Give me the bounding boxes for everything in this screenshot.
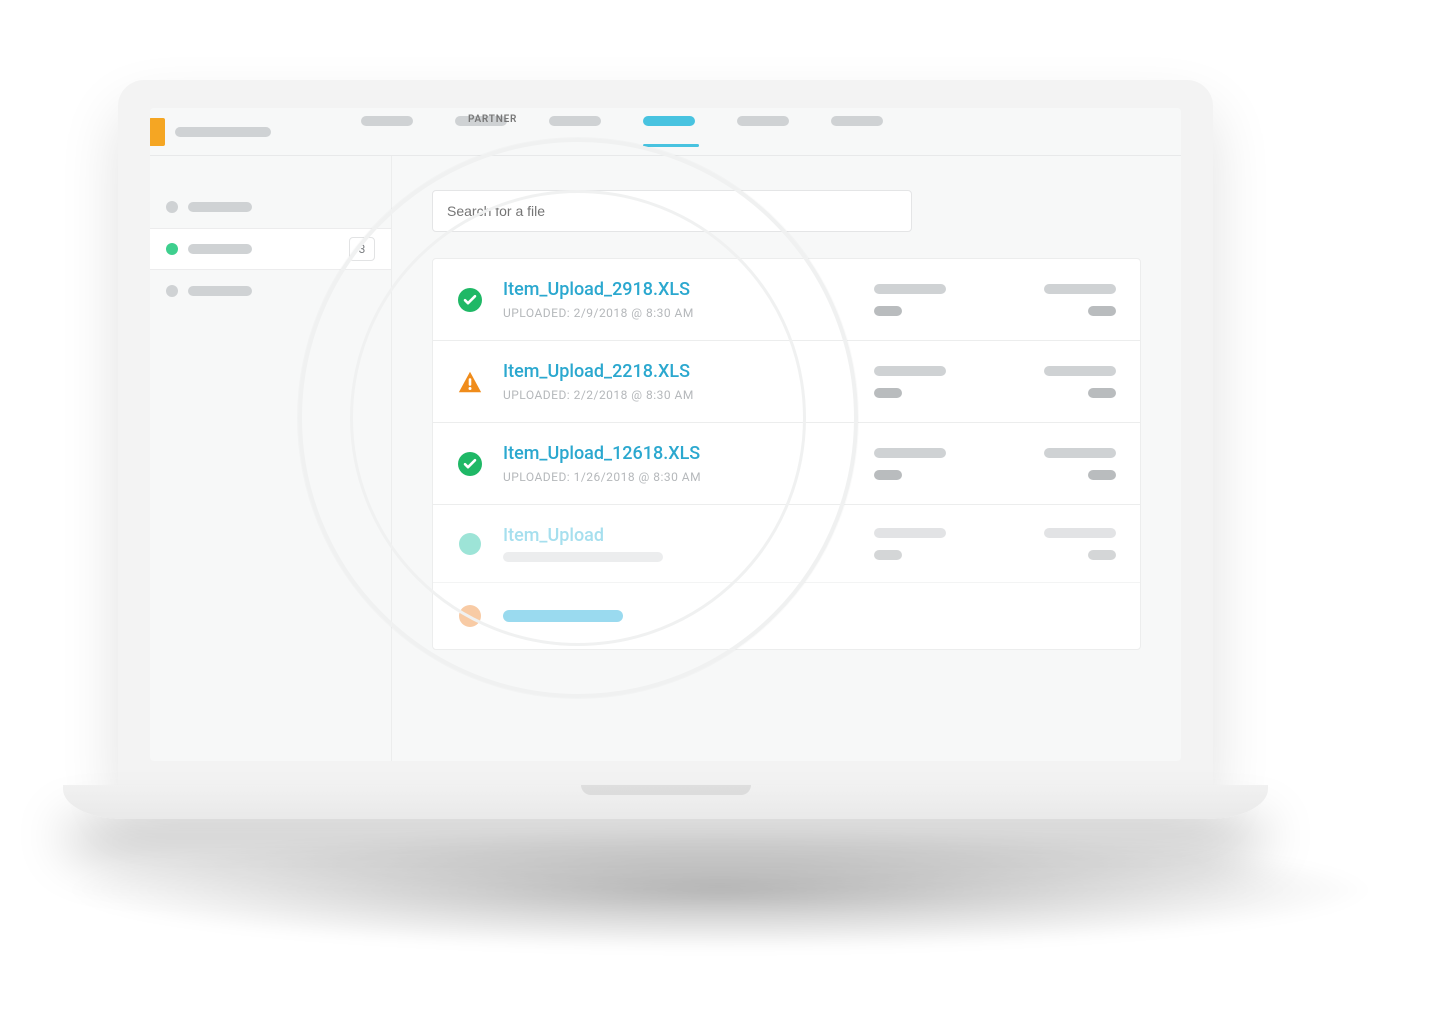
tab-1[interactable]: [361, 116, 417, 147]
tab-5[interactable]: [737, 116, 793, 147]
file-col-b: [1044, 284, 1116, 316]
status-dot-icon: [166, 243, 178, 255]
main-tabs: [361, 116, 887, 147]
laptop-bezel: PARTNER: [118, 80, 1213, 785]
sidebar-item-2-selected[interactable]: 3: [150, 228, 391, 270]
file-name: Item_Upload_2218.XLS: [503, 361, 854, 382]
check-circle-icon: [457, 451, 483, 477]
content-body: 3: [150, 156, 1181, 761]
tab-4-active[interactable]: [643, 116, 699, 147]
warning-triangle-icon: [457, 369, 483, 395]
brand-area: [175, 127, 305, 137]
search-input[interactable]: [432, 190, 912, 232]
file-row[interactable]: Item_Upload_2918.XLS UPLOADED: 2/9/2018 …: [433, 259, 1140, 341]
top-nav: PARTNER: [150, 108, 1181, 156]
file-col-a: [874, 528, 1024, 560]
pending-dot-icon: [457, 603, 483, 629]
file-col-a: [874, 284, 1024, 316]
file-col-a: [874, 448, 1024, 480]
file-list: Item_Upload_2918.XLS UPLOADED: 2/9/2018 …: [432, 258, 1141, 650]
tab-6[interactable]: [831, 116, 887, 147]
status-dot-icon: [166, 201, 178, 213]
sidebar-item-1[interactable]: [150, 186, 391, 228]
file-name: Item_Upload: [503, 525, 854, 546]
file-row[interactable]: Item_Upload: [433, 505, 1140, 583]
laptop-frame: PARTNER: [118, 80, 1213, 880]
sidebar-item-label: [188, 286, 252, 296]
file-row[interactable]: Item_Upload_12618.XLS UPLOADED: 1/26/201…: [433, 423, 1140, 505]
check-circle-icon: [457, 287, 483, 313]
processing-dot-icon: [457, 531, 483, 557]
sidebar-item-label: [188, 202, 252, 212]
file-name: Item_Upload_2918.XLS: [503, 279, 854, 300]
file-row[interactable]: Item_Upload_2218.XLS UPLOADED: 2/2/2018 …: [433, 341, 1140, 423]
file-meta: UPLOADED: 1/26/2018 @ 8:30 AM: [503, 470, 854, 484]
brand-placeholder: [175, 127, 271, 137]
sidebar-count-badge: 3: [349, 237, 375, 261]
status-dot-icon: [166, 285, 178, 297]
file-name: Item_Upload_12618.XLS: [503, 443, 854, 464]
tab-3[interactable]: [549, 116, 605, 147]
accent-marker: [150, 118, 165, 146]
sidebar-item-3[interactable]: [150, 270, 391, 312]
file-row[interactable]: [433, 583, 1140, 649]
file-name-placeholder: [503, 610, 623, 622]
file-col-b: [1044, 448, 1116, 480]
partner-label: PARTNER: [468, 114, 517, 125]
app-screen: PARTNER: [150, 108, 1181, 761]
file-meta: [503, 552, 854, 562]
file-meta: UPLOADED: 2/2/2018 @ 8:30 AM: [503, 388, 854, 402]
laptop-base: [63, 785, 1268, 819]
sidebar-item-label: [188, 244, 252, 254]
file-col-b: [1044, 366, 1116, 398]
main-panel: Item_Upload_2918.XLS UPLOADED: 2/9/2018 …: [392, 156, 1181, 761]
file-col-b: [1044, 528, 1116, 560]
file-col-a: [874, 366, 1024, 398]
sidebar: 3: [150, 156, 392, 761]
file-meta: UPLOADED: 2/9/2018 @ 8:30 AM: [503, 306, 854, 320]
